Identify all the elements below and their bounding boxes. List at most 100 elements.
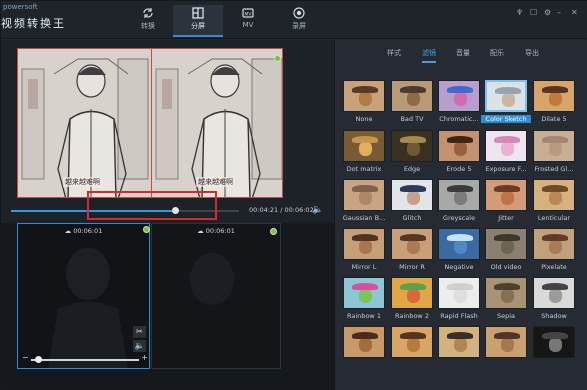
- filter-item[interactable]: Glitch: [391, 179, 433, 227]
- filter-item[interactable]: Jitter: [485, 179, 527, 227]
- filter-label: Old video: [490, 263, 522, 271]
- filter-label: Exposure F...: [485, 165, 527, 173]
- tab-filter[interactable]: 滤镜: [422, 48, 436, 63]
- split-panel-left[interactable]: ☁ 00:06:01 ✂ 🔈 − +: [17, 223, 150, 369]
- thumbnail-dog: [359, 289, 372, 303]
- filter-item[interactable]: Bad TV: [391, 80, 433, 128]
- filter-thumbnail: [533, 277, 575, 309]
- filter-item[interactable]: Pixelate: [533, 228, 575, 276]
- settings-icon[interactable]: ⚙: [544, 8, 551, 17]
- filter-item[interactable]: Dilate 5: [533, 80, 575, 128]
- thumbnail-hat: [494, 332, 520, 339]
- refresh-icon: [143, 8, 153, 18]
- filter-item[interactable]: Erode 5: [438, 130, 480, 178]
- filter-item[interactable]: None: [343, 80, 385, 128]
- filter-item[interactable]: [343, 326, 385, 374]
- chat-icon[interactable]: ☐: [530, 8, 537, 17]
- filter-item[interactable]: Edge: [391, 130, 433, 178]
- filter-item[interactable]: Lenticular: [533, 179, 575, 227]
- nav-tab-convert[interactable]: 转换: [123, 5, 173, 37]
- thumbnail-hat: [400, 234, 426, 241]
- thumbnail-hat: [542, 136, 568, 143]
- panel-duration: ☁ 00:06:01: [197, 227, 235, 235]
- filter-thumbnail: [343, 326, 385, 358]
- panel-thumbnail: [152, 224, 280, 368]
- filter-item[interactable]: Mirror R: [391, 228, 433, 276]
- subtitle-text: 越来越难啊: [196, 177, 235, 187]
- filter-item[interactable]: Negative: [438, 228, 480, 276]
- nav-tab-record[interactable]: 录屏: [274, 5, 324, 37]
- panel-volume-slider[interactable]: − +: [22, 353, 148, 364]
- volume-icon[interactable]: 🔈: [133, 340, 146, 352]
- filter-thumbnail: [343, 277, 385, 309]
- filter-item[interactable]: Chromatic...: [438, 80, 480, 128]
- filter-item[interactable]: [533, 326, 575, 374]
- thumbnail-dog: [454, 240, 467, 254]
- filter-item[interactable]: [485, 326, 527, 374]
- close-icon[interactable]: ✕: [571, 8, 578, 17]
- slider-handle[interactable]: [35, 356, 42, 363]
- filter-item[interactable]: [391, 326, 433, 374]
- nav-tab-label: 分屏: [191, 22, 205, 30]
- thumbnail-dog: [454, 191, 467, 205]
- tab-style[interactable]: 样式: [387, 48, 401, 61]
- cut-icon[interactable]: ✂: [133, 326, 146, 338]
- filter-thumbnail: [533, 80, 575, 112]
- filter-thumbnail: [485, 228, 527, 260]
- split-panel-right[interactable]: ☁ 00:06:01: [151, 223, 281, 369]
- video-preview[interactable]: 越来越难啊 越来越难啊: [17, 48, 283, 198]
- nav-tab-mv[interactable]: MV MV: [223, 5, 273, 37]
- thumbnail-hat: [352, 283, 378, 290]
- filter-item[interactable]: Frosted Gl...: [533, 130, 575, 178]
- filter-thumbnail: [343, 228, 385, 260]
- filter-item[interactable]: Dot matrix: [343, 130, 385, 178]
- filter-label: Rainbow 2: [395, 312, 429, 320]
- filter-item[interactable]: Mirror L: [343, 228, 385, 276]
- filter-thumbnail: [485, 179, 527, 211]
- filter-item[interactable]: Exposure F...: [485, 130, 527, 178]
- filter-item[interactable]: Color Sketch: [481, 80, 531, 128]
- filter-label: Rapid Flash: [440, 312, 478, 320]
- preview-left-half: 越来越难啊: [18, 49, 151, 197]
- filter-item[interactable]: Shadow: [533, 277, 575, 325]
- preview-right-half: 越来越难啊: [151, 49, 282, 197]
- thumbnail-dog: [549, 92, 562, 106]
- volume-icon[interactable]: 🔈: [312, 205, 323, 215]
- filter-item[interactable]: Greyscale: [438, 179, 480, 227]
- filter-thumbnail: [438, 326, 480, 358]
- filter-item[interactable]: Gaussian B...: [343, 179, 385, 227]
- thumbnail-hat: [352, 86, 378, 93]
- minus-icon[interactable]: −: [22, 353, 29, 362]
- record-icon: [293, 7, 305, 19]
- thumbnail-hat: [542, 234, 568, 241]
- title-bar: powersoft 视频转换王 转换 分屏 MV MV 录屏 ♆ ☐ ⚙ – ✕: [1, 1, 587, 39]
- filter-item[interactable]: Rainbow 1: [343, 277, 385, 325]
- thumbnail-dog: [501, 338, 514, 352]
- filter-item[interactable]: Rainbow 2: [391, 277, 433, 325]
- status-dot-icon: [143, 226, 150, 233]
- thumbnail-dog: [407, 289, 420, 303]
- minimize-icon[interactable]: –: [557, 8, 561, 17]
- filter-thumbnail: [485, 80, 527, 112]
- filter-thumbnail: [343, 179, 385, 211]
- plus-icon[interactable]: +: [141, 353, 148, 362]
- tab-volume[interactable]: 音量: [456, 48, 470, 61]
- thumbnail-dog: [407, 142, 420, 156]
- preview-pane: 越来越难啊 越来越难啊 00:04:21 / 00:06:02 🔈 ☁ 00:0…: [1, 40, 334, 390]
- slider-track[interactable]: [31, 359, 139, 361]
- nav-tab-split[interactable]: 分屏: [173, 5, 223, 37]
- filter-item[interactable]: Old video: [485, 228, 527, 276]
- filter-thumbnail: [343, 130, 385, 162]
- filter-thumbnail: [485, 326, 527, 358]
- shirt-icon[interactable]: ♆: [516, 8, 523, 17]
- filter-item[interactable]: [438, 326, 480, 374]
- thumbnail-hat: [400, 86, 426, 93]
- thumbnail-hat: [400, 185, 426, 192]
- subtitle-text: 越来越难啊: [63, 177, 102, 187]
- filter-label: Bad TV: [400, 115, 424, 123]
- tab-export[interactable]: 导出: [525, 48, 539, 61]
- filter-item[interactable]: Sepia: [485, 277, 527, 325]
- filter-item[interactable]: Rapid Flash: [438, 277, 480, 325]
- tab-music[interactable]: 配乐: [490, 48, 504, 61]
- filter-thumbnail: [533, 228, 575, 260]
